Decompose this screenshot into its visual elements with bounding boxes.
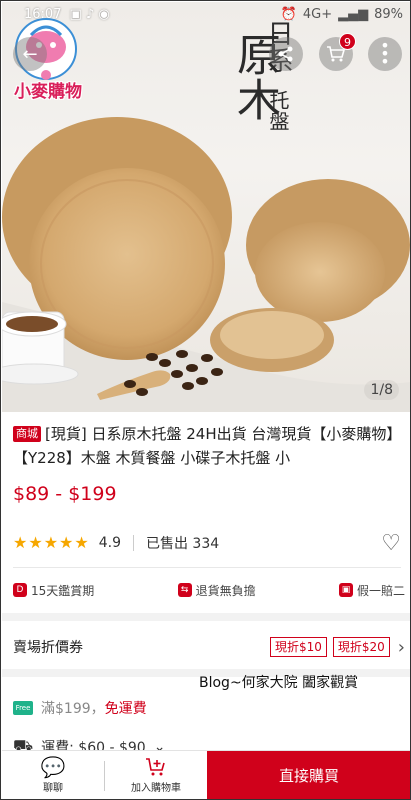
voucher-list: 現折$10 現折$20 › bbox=[269, 636, 405, 658]
buy-now-button[interactable]: 直接購買 bbox=[207, 751, 410, 799]
more-vertical-icon: • • • bbox=[380, 36, 390, 71]
star-icon: ★ bbox=[74, 533, 89, 552]
product-title-text: [現貨] 日系原木托盤 24H出貨 台灣現貨【小麥購物】【Y228】木盤 木質餐… bbox=[13, 425, 394, 467]
cart-count-badge: 9 bbox=[339, 33, 356, 50]
star-icon: ★ bbox=[43, 533, 59, 552]
chat-icon: 💬 bbox=[40, 755, 66, 779]
product-title: 商城 [現貨] 日系原木托盤 24H出貨 台灣現貨【小麥購物】【Y228】木盤 木… bbox=[13, 422, 401, 470]
bottom-action-bar: 💬 聊聊 加入購物車 直接購買 bbox=[2, 750, 410, 799]
logo-text: 小麥購物 bbox=[14, 82, 82, 102]
authentic-icon: ▣ bbox=[338, 583, 353, 597]
rating-stars: ★ ★ ★ ★ ★ bbox=[13, 535, 89, 551]
back-arrow-icon: ← bbox=[22, 43, 38, 65]
guarantee-return: ⇆ 退貨無負擔 bbox=[177, 580, 256, 600]
guarantee-label: 假一賠二 bbox=[356, 583, 405, 598]
voucher-label: 賣場折價券 bbox=[13, 640, 83, 656]
free-shipping-text: 免運費 bbox=[104, 701, 147, 717]
signal-icon: ▂▄▆ bbox=[338, 6, 369, 22]
guarantee-appreciation: D 15天鑑賞期 bbox=[13, 580, 94, 600]
signal-text: 4G+ bbox=[302, 6, 333, 22]
share-icon bbox=[278, 46, 293, 62]
shop-vouchers-row[interactable]: 賣場折價券 現折$10 現折$20 › bbox=[13, 635, 405, 659]
star-icon: ★ bbox=[28, 533, 43, 552]
star-icon: ★ bbox=[13, 533, 28, 552]
battery-text: 89% bbox=[374, 6, 403, 22]
alarm-icon: ⏰ bbox=[280, 6, 297, 22]
free-threshold: 滿$199， bbox=[41, 701, 105, 717]
blog-watermark: Blog~何家大院 闔家觀賞 bbox=[199, 675, 359, 691]
sold-count: 已售出 334 bbox=[145, 536, 220, 552]
appreciation-icon: D bbox=[13, 583, 27, 597]
app-frame: 日系 原木 托盤 1/8 16:07 ▣ ♪ ◉ ⏰ 4G+ ▂▄▆ 89% 小… bbox=[0, 0, 411, 800]
hero-title-3: 托盤 bbox=[266, 90, 290, 132]
separator bbox=[132, 535, 134, 551]
favorite-heart-icon[interactable]: ♡ bbox=[381, 531, 401, 556]
divider bbox=[13, 567, 401, 568]
voucher-tag[interactable]: 現折$20 bbox=[332, 637, 390, 657]
cart-button[interactable]: 9 bbox=[319, 33, 356, 71]
chat-button[interactable]: 💬 聊聊 bbox=[2, 751, 104, 799]
add-cart-icon bbox=[146, 758, 165, 776]
add-to-cart-button[interactable]: 加入購物車 bbox=[105, 751, 207, 799]
free-shipping-row[interactable]: Free 滿$199，免運費 bbox=[13, 698, 147, 718]
rating-row: ★ ★ ★ ★ ★ 4.9 已售出 334 ♡ bbox=[13, 531, 401, 556]
chevron-right-icon: › bbox=[397, 636, 405, 658]
mall-badge: 商城 bbox=[13, 426, 41, 442]
price-range: $89 - $199 bbox=[13, 483, 117, 505]
back-button[interactable]: ← bbox=[13, 37, 47, 71]
image-pager: 1/8 bbox=[364, 380, 399, 400]
guarantee-row[interactable]: D 15天鑑賞期 ⇆ 退貨無負擔 ▣ 假一賠二 bbox=[13, 580, 405, 600]
section-divider bbox=[2, 613, 410, 621]
share-button[interactable] bbox=[269, 37, 303, 71]
guarantee-label: 退貨無負擔 bbox=[195, 583, 256, 598]
free-shipping-icon: Free bbox=[13, 701, 33, 715]
chat-label: 聊聊 bbox=[43, 783, 63, 794]
guarantee-label: 15天鑑賞期 bbox=[31, 583, 95, 598]
guarantee-authentic: ▣ 假一賠二 bbox=[338, 580, 405, 600]
star-icon: ★ bbox=[59, 533, 74, 552]
add-to-cart-label: 加入購物車 bbox=[131, 783, 181, 794]
voucher-tag[interactable]: 現折$10 bbox=[269, 637, 327, 657]
rating-value: 4.9 bbox=[98, 535, 121, 551]
truck-icon: ⇆ bbox=[177, 583, 192, 597]
more-button[interactable]: • • • bbox=[368, 37, 402, 71]
